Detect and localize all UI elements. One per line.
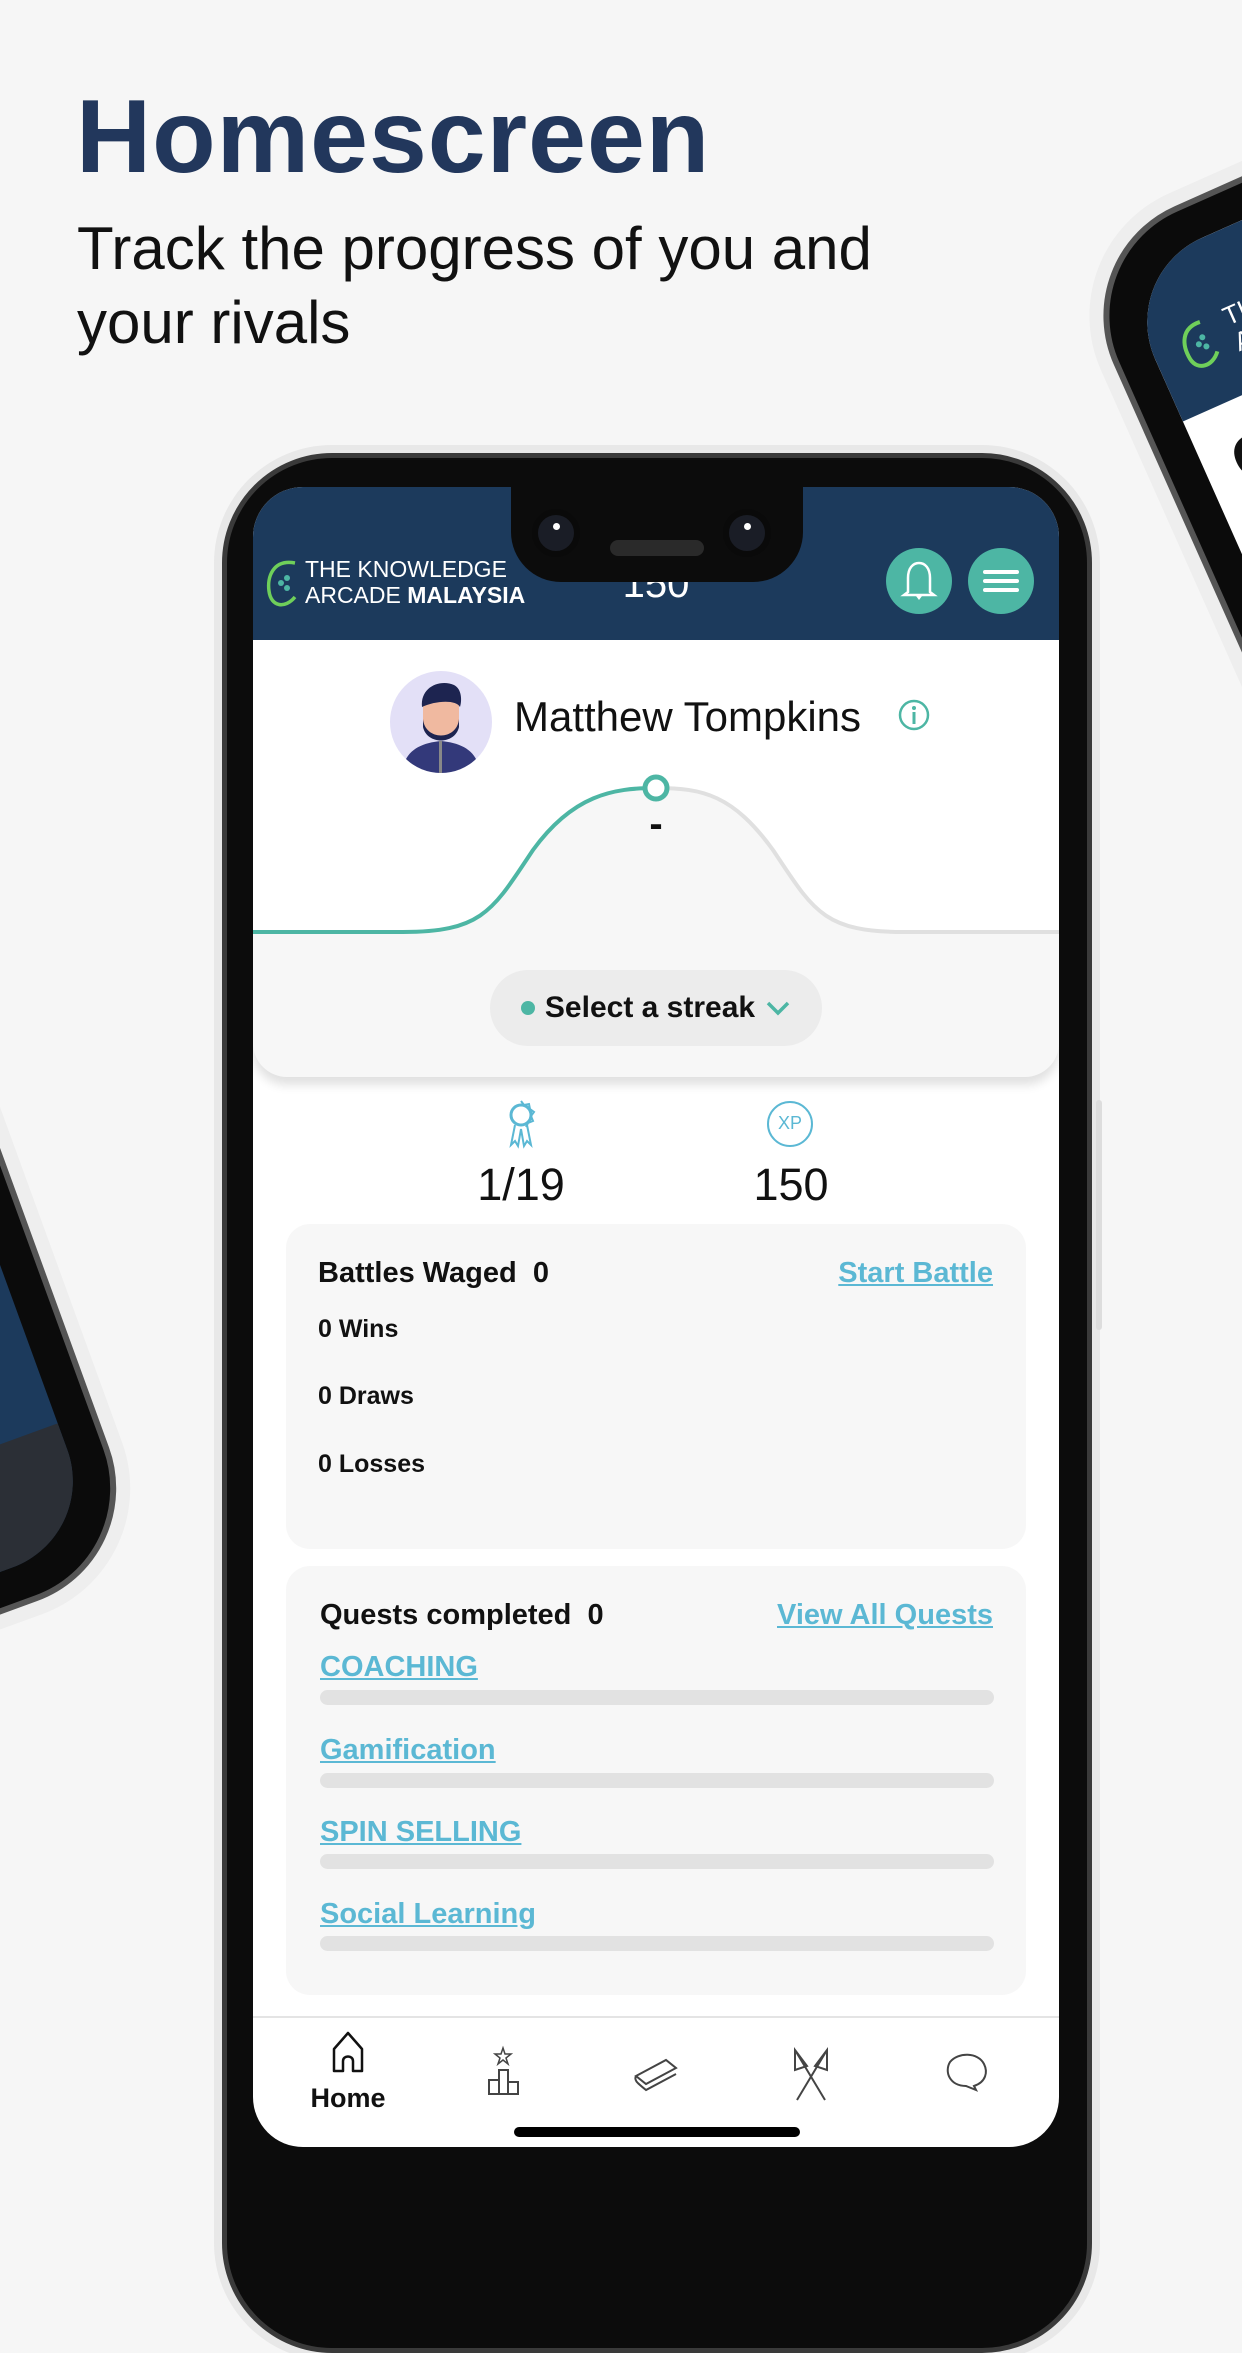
streak-value: - [649, 802, 663, 846]
logo-line2-light: ARCADE [305, 582, 408, 608]
draws-count: 0 Draws [318, 1382, 414, 1410]
logo-line2-bold: MALAYSIA [407, 582, 526, 608]
bell-icon [900, 561, 938, 600]
app-screen: THE KNOWLEDGE ARCADE MALAYSIA 150 Matthe… [253, 487, 1059, 2147]
battles-card: Battles Waged 0 Start Battle 0 Wins 0 Dr… [286, 1224, 1026, 1549]
xp-value: 150 [753, 1159, 829, 1210]
start-battle-link[interactable]: Start Battle [838, 1257, 993, 1290]
book-icon [634, 2058, 678, 2092]
leaderboard-icon [488, 2045, 519, 2095]
home-icon [332, 2031, 364, 2073]
app-logo[interactable]: THE KNOWLEDGE ARCADE MALAYSIA [305, 556, 525, 608]
quest-progress-bar [320, 1773, 994, 1788]
quests-title: Quests completed 0 [320, 1599, 604, 1631]
rank-value: 1/19 [477, 1159, 565, 1210]
nav-home-label: Home [310, 2083, 386, 2113]
nav-leaderboard[interactable] [473, 2042, 533, 2102]
quest-link-coaching[interactable]: COACHING [320, 1651, 478, 1684]
streak-dot-icon [520, 1001, 535, 1015]
promo-title: Homescreen [76, 79, 711, 195]
quest-progress-bar [320, 1690, 994, 1705]
wins-count: 0 Wins [318, 1315, 399, 1343]
nav-home[interactable] [318, 2027, 378, 2087]
controller-logo-icon [266, 560, 297, 607]
nav-divider [253, 2016, 1059, 2018]
nav-learn[interactable] [628, 2042, 688, 2102]
xp-icon: XP [767, 1101, 813, 1147]
battles-title: Battles Waged 0 [318, 1257, 550, 1289]
nav-chat[interactable] [936, 2042, 996, 2102]
quest-link-spin-selling[interactable]: SPIN SELLING [320, 1816, 521, 1849]
battle-flags-icon [794, 2047, 828, 2101]
quest-link-gamification[interactable]: Gamification [320, 1734, 496, 1767]
notifications-button[interactable] [886, 548, 952, 614]
phone-side-button [1096, 1100, 1102, 1330]
quest-progress-bar [320, 1854, 994, 1869]
chevron-down-icon [766, 1001, 790, 1016]
quests-card: Quests completed 0 View All Quests COACH… [286, 1566, 1026, 1995]
logo-line1: THE KNOWLEDGE [305, 556, 507, 582]
promo-subtitle: Track the progress of you and your rival… [77, 215, 872, 356]
streak-select-label: Select a streak [544, 991, 756, 1024]
user-name: Matthew Tompkins [514, 693, 862, 740]
menu-button[interactable] [968, 548, 1034, 614]
streak-select[interactable]: Select a streak [490, 970, 822, 1046]
camera-notch [511, 487, 803, 582]
info-icon[interactable] [897, 698, 931, 732]
losses-count: 0 Losses [318, 1450, 426, 1478]
quest-link-social-learning[interactable]: Social Learning [320, 1898, 536, 1931]
ribbon-icon [509, 1100, 536, 1149]
quest-progress-bar [320, 1936, 994, 1951]
chat-icon [946, 2053, 987, 2092]
view-all-quests-link[interactable]: View All Quests [777, 1599, 993, 1632]
home-indicator[interactable] [514, 2127, 800, 2137]
streak-marker[interactable] [642, 774, 670, 802]
nav-battles[interactable] [781, 2042, 841, 2102]
